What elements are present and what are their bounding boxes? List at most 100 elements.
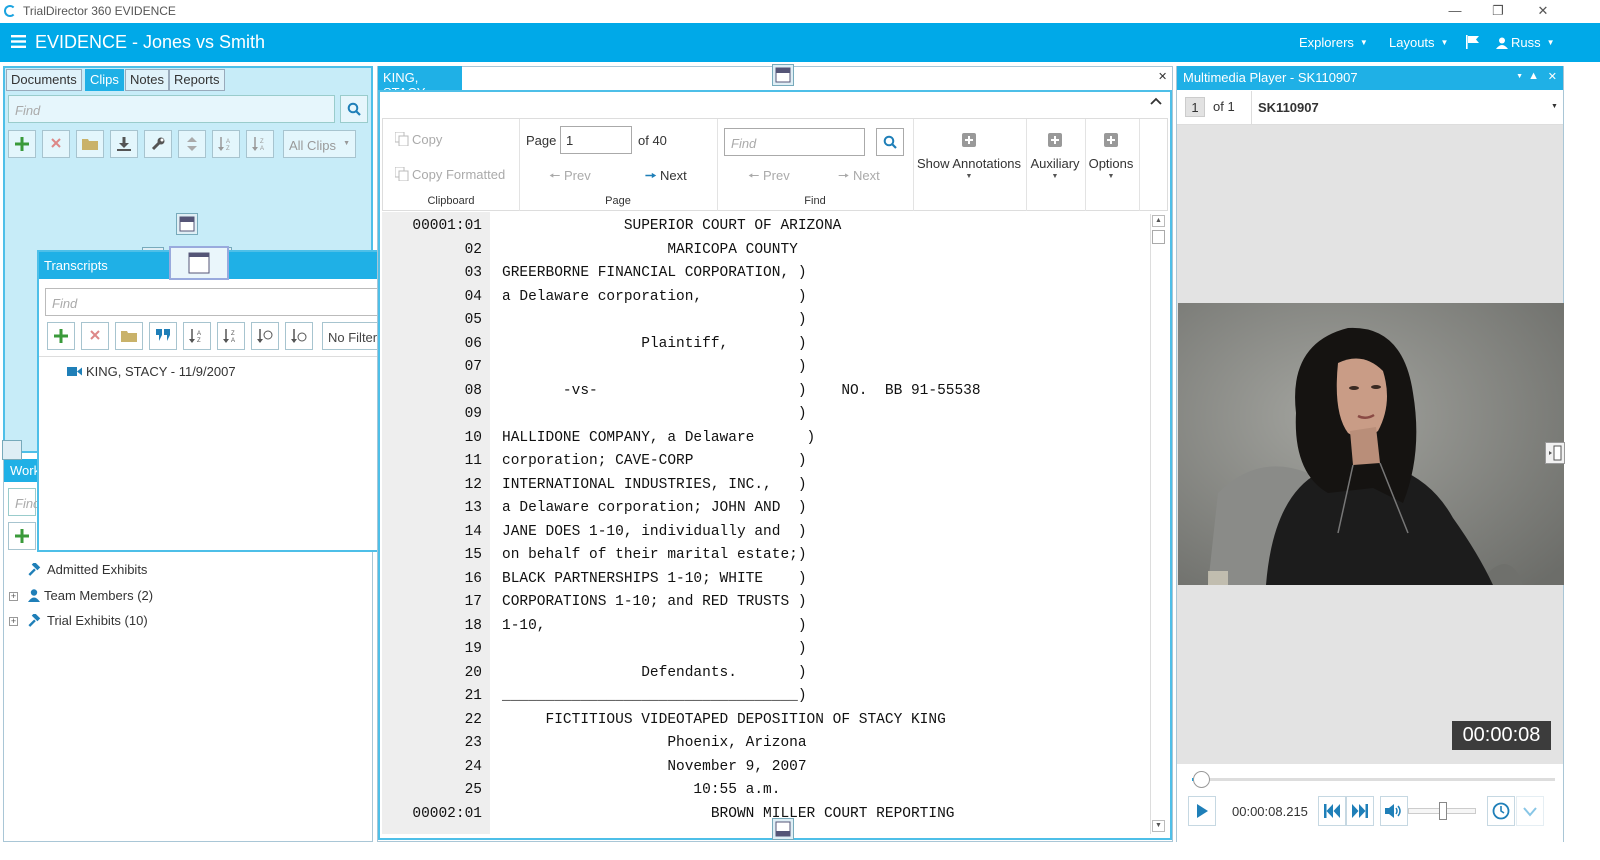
sort-az-button[interactable]: AZ: [183, 322, 211, 350]
tools-button[interactable]: [144, 130, 172, 158]
next-button[interactable]: [1346, 796, 1374, 826]
expand-icon[interactable]: +: [9, 592, 18, 601]
tab-king-stacy[interactable]: KING, STACY: [378, 66, 462, 100]
chevron-down-icon[interactable]: ▼: [1516, 73, 1523, 80]
add-clip-button[interactable]: [8, 130, 36, 158]
restore-icon[interactable]: ❐: [1488, 2, 1508, 20]
media-index[interactable]: 1: [1185, 97, 1205, 117]
transcript-find-input[interactable]: Find: [724, 128, 865, 156]
show-annotations-button[interactable]: Show Annotations ▼: [913, 133, 1025, 180]
options-button[interactable]: Options ▼: [1085, 133, 1137, 180]
media-select-chevron-icon[interactable]: ▼: [1551, 103, 1558, 110]
work-find-input[interactable]: Find: [8, 488, 40, 516]
delete-clip-button[interactable]: [42, 130, 70, 158]
minimize-icon[interactable]: —: [1445, 2, 1465, 20]
close-window-icon[interactable]: ✕: [1533, 2, 1553, 20]
pin-icon[interactable]: ▲: [1528, 70, 1539, 82]
transcript-line[interactable]: 20 Defendants. ): [382, 665, 807, 689]
clips-filter-dropdown[interactable]: All Clips ▼: [283, 130, 356, 158]
copy-button[interactable]: Copy: [395, 132, 442, 147]
page-next-button[interactable]: 🠖 Next: [645, 167, 687, 189]
dock-edge-left-guide[interactable]: [2, 440, 22, 460]
expand-icon[interactable]: +: [9, 617, 18, 626]
flag-icon[interactable]: [1465, 35, 1480, 49]
previous-button[interactable]: [1318, 796, 1346, 826]
transcript-search-button[interactable]: [876, 128, 904, 156]
layouts-menu[interactable]: Layouts ▼: [1389, 35, 1448, 50]
user-menu[interactable]: Russ ▼: [1496, 35, 1555, 50]
transcript-line[interactable]: 15 on behalf of their marital estate;): [382, 547, 807, 571]
quote-button[interactable]: [149, 322, 177, 350]
explorers-menu[interactable]: Explorers ▼: [1299, 35, 1368, 50]
sort-date-desc-button[interactable]: [285, 322, 313, 350]
transcript-line[interactable]: 25 10:55 a.m.: [382, 782, 781, 806]
transcript-line[interactable]: 10 HALLIDONE COMPANY, a Delaware ): [382, 430, 816, 454]
transcripts-find-input[interactable]: Find: [45, 288, 402, 316]
transcript-line[interactable]: 03 GREERBORNE FINANCIAL CORPORATION, ): [382, 265, 807, 289]
dock-right-guide[interactable]: [1545, 442, 1565, 464]
mute-button[interactable]: [1380, 796, 1408, 826]
transcript-line[interactable]: 17 CORPORATIONS 1-10; and RED TRUSTS ): [382, 594, 807, 618]
open-transcript-button[interactable]: [115, 322, 143, 350]
scroll-thumb[interactable]: [1152, 230, 1165, 244]
clips-find-input[interactable]: Find: [8, 95, 335, 123]
transcript-line[interactable]: 07 ): [382, 359, 807, 383]
close-tab-icon[interactable]: ✕: [1158, 70, 1167, 83]
close-icon[interactable]: ✕: [1548, 70, 1557, 83]
transcript-line[interactable]: 14 JANE DOES 1-10, individually and ): [382, 524, 807, 548]
seek-handle[interactable]: [1192, 771, 1210, 788]
transcript-line[interactable]: 08 -vs- ) NO. BB 91-55538: [382, 383, 981, 407]
find-next-button[interactable]: 🠖 Next: [838, 167, 880, 189]
sort-date-asc-button[interactable]: [251, 322, 279, 350]
transcript-line[interactable]: 22 FICTITIOUS VIDEOTAPED DEPOSITION OF S…: [382, 712, 946, 736]
transcript-line[interactable]: 00001:01 SUPERIOR COURT OF ARIZONA: [382, 218, 841, 242]
transcript-list-item[interactable]: KING, STACY - 11/9/2007: [67, 364, 236, 382]
sort-za-button[interactable]: ZA: [246, 130, 274, 158]
scroll-up-icon[interactable]: ▲: [1152, 215, 1165, 227]
work-add-button[interactable]: [8, 522, 36, 550]
tab-notes[interactable]: Notes: [125, 69, 169, 91]
transcript-line[interactable]: 12 INTERNATIONAL INDUSTRIES, INC., ): [382, 477, 807, 501]
dock-top-guide[interactable]: [772, 64, 794, 86]
add-transcript-button[interactable]: [47, 322, 75, 350]
hamburger-menu-icon[interactable]: [11, 35, 26, 48]
transcript-line[interactable]: 02 MARICOPA COUNTY: [382, 242, 798, 266]
sort-az-button[interactable]: AZ: [212, 130, 240, 158]
video-frame[interactable]: [1178, 303, 1564, 585]
delete-transcript-button[interactable]: [81, 322, 109, 350]
tab-documents[interactable]: Documents: [6, 69, 82, 91]
scroll-down-icon[interactable]: ▼: [1152, 820, 1165, 832]
play-button[interactable]: [1188, 796, 1216, 826]
collapse-ribbon-icon[interactable]: [1150, 97, 1162, 105]
clips-search-button[interactable]: [340, 95, 368, 123]
transcript-line[interactable]: 24 November 9, 2007: [382, 759, 807, 783]
vertical-scrollbar[interactable]: ▲ ▼: [1150, 214, 1166, 834]
transcript-line[interactable]: 21 __________________________________): [382, 688, 807, 712]
transcript-line[interactable]: 18 1-10, ): [382, 618, 807, 642]
download-button[interactable]: [110, 130, 138, 158]
sort-za-button[interactable]: ZA: [217, 322, 245, 350]
volume-handle[interactable]: [1438, 802, 1447, 820]
work-area-header[interactable]: Work: [4, 459, 38, 482]
dock-bottom-guide[interactable]: [772, 818, 794, 840]
multimedia-player-header[interactable]: Multimedia Player - SK110907 ▼ ▲ ✕: [1177, 66, 1563, 90]
find-prev-button[interactable]: 🠔 Prev: [748, 167, 790, 189]
tab-clips[interactable]: Clips: [85, 69, 124, 91]
transcript-line[interactable]: 06 Plaintiff, ): [382, 336, 807, 360]
transcript-line[interactable]: 23 Phoenix, Arizona: [382, 735, 807, 759]
more-options-button[interactable]: [1516, 796, 1544, 826]
transcript-line[interactable]: 11 corporation; CAVE-CORP ): [382, 453, 807, 477]
transcript-line[interactable]: 04 a Delaware corporation, ): [382, 289, 807, 313]
dock-top-guide[interactable]: [176, 213, 198, 235]
clock-button[interactable]: [1487, 796, 1515, 826]
transcript-line[interactable]: 16 BLACK PARTNERSHIPS 1-10; WHITE ): [382, 571, 807, 595]
copy-formatted-button[interactable]: Copy Formatted: [395, 167, 505, 182]
move-button[interactable]: [178, 130, 206, 158]
transcript-line[interactable]: 13 a Delaware corporation; JOHN AND ): [382, 500, 807, 524]
seek-track[interactable]: [1192, 778, 1555, 781]
transcript-line[interactable]: 05 ): [382, 312, 807, 336]
page-prev-button[interactable]: 🠔 Prev: [549, 167, 591, 189]
dock-center-guide[interactable]: [169, 246, 229, 280]
transcript-line[interactable]: 00002:01 BROWN MILLER COURT REPORTING: [382, 806, 954, 830]
page-number-input[interactable]: 1: [560, 126, 632, 154]
